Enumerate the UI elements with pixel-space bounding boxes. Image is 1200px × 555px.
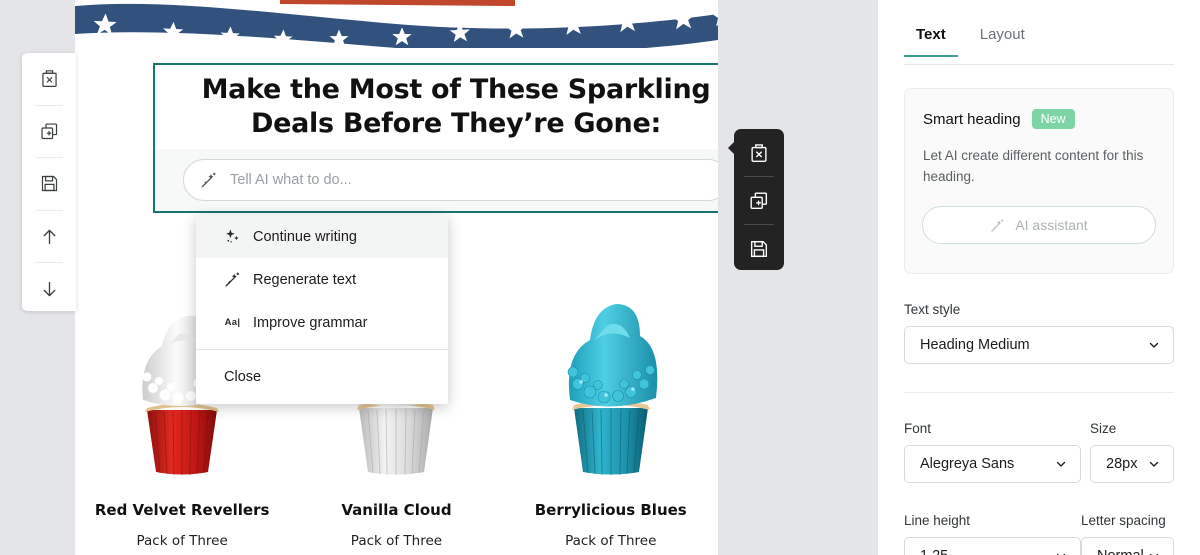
text-style-label: Text style bbox=[904, 302, 961, 317]
move-block-up-button[interactable] bbox=[22, 211, 76, 263]
line-height-label: Line height bbox=[904, 513, 971, 528]
menu-item-label: Regenerate text bbox=[253, 271, 357, 288]
page-heading[interactable]: Make the Most of These Sparkling Deals B… bbox=[155, 65, 718, 149]
font-label: Font bbox=[904, 421, 932, 436]
font-value: Alegreya Sans bbox=[920, 456, 1015, 472]
save-block-button[interactable] bbox=[22, 158, 76, 210]
sidebar-tabs: Text Layout bbox=[904, 26, 1174, 57]
menu-item-label: Improve grammar bbox=[253, 314, 368, 331]
product-subtitle: Pack of Three bbox=[136, 533, 228, 549]
product-title: Vanilla Cloud bbox=[341, 501, 452, 519]
chevron-down-icon bbox=[1149, 461, 1159, 467]
chevron-down-icon bbox=[1056, 553, 1066, 555]
move-block-down-button[interactable] bbox=[22, 263, 76, 315]
new-badge: New bbox=[1031, 109, 1075, 129]
menu-item-close[interactable]: Close bbox=[196, 350, 448, 404]
text-style-select[interactable]: Heading Medium bbox=[904, 326, 1174, 364]
smart-heading-description: Let AI create different content for this… bbox=[923, 148, 1144, 184]
magic-wand-icon bbox=[991, 218, 1004, 232]
line-height-select[interactable]: 1.25 bbox=[904, 537, 1081, 555]
duplicate-element-button[interactable] bbox=[734, 177, 784, 224]
editor-canvas[interactable]: Make the Most of These Sparkling Deals B… bbox=[0, 0, 878, 555]
heading-line-2: Deals Before They’re Gone: bbox=[251, 108, 661, 139]
ai-actions-menu[interactable]: Continue writing Regenerate text Aa| Imp… bbox=[196, 215, 448, 404]
chevron-down-icon bbox=[1149, 342, 1159, 348]
ai-prompt-bar: Tell AI what to do... bbox=[155, 149, 718, 211]
sidebar-divider bbox=[904, 392, 1174, 393]
menu-item-label: Continue writing bbox=[253, 228, 357, 245]
menu-item-improve-grammar[interactable]: Aa| Improve grammar bbox=[196, 301, 448, 344]
ai-assistant-button[interactable]: AI assistant bbox=[922, 206, 1156, 244]
size-label: Size bbox=[1090, 421, 1117, 436]
smart-heading-header: Smart heading New bbox=[905, 89, 1173, 129]
magic-wand-icon bbox=[224, 271, 241, 288]
duplicate-block-button[interactable] bbox=[22, 106, 76, 158]
font-select[interactable]: Alegreya Sans bbox=[904, 445, 1081, 483]
ai-prompt-placeholder: Tell AI what to do... bbox=[230, 172, 352, 188]
smart-heading-title: Smart heading bbox=[923, 110, 1021, 128]
product-card-berrylicious-blues[interactable]: Berrylicious Blues Pack of Three bbox=[504, 245, 718, 549]
delete-element-button[interactable] bbox=[734, 129, 784, 176]
chevron-down-icon bbox=[1056, 461, 1066, 467]
letter-spacing-select[interactable]: Normal bbox=[1081, 537, 1174, 555]
design-page[interactable]: Make the Most of These Sparkling Deals B… bbox=[75, 0, 718, 555]
size-select[interactable]: 28px bbox=[1090, 445, 1174, 483]
line-height-value: 1.25 bbox=[920, 548, 948, 555]
product-title: Red Velvet Revellers bbox=[94, 501, 270, 519]
magic-wand-icon bbox=[201, 172, 216, 188]
size-value: 28px bbox=[1106, 456, 1138, 472]
ai-prompt-input[interactable]: Tell AI what to do... bbox=[183, 159, 718, 201]
menu-item-continue-writing[interactable]: Continue writing bbox=[196, 215, 448, 258]
cupcake-image-berrylicious-blues bbox=[536, 245, 686, 475]
sparkle-icon bbox=[224, 228, 241, 245]
save-element-button[interactable] bbox=[734, 225, 784, 272]
text-style-value: Heading Medium bbox=[920, 337, 1030, 353]
heading-line-1: Make the Most of These Sparkling bbox=[201, 74, 711, 105]
letter-spacing-value: Normal bbox=[1097, 548, 1144, 555]
tabs-divider bbox=[904, 64, 1174, 65]
element-toolbar-dark[interactable] bbox=[728, 129, 784, 272]
tab-layout[interactable]: Layout bbox=[968, 26, 1037, 57]
selected-heading-block[interactable]: Make the Most of These Sparkling Deals B… bbox=[153, 63, 718, 213]
smart-heading-card: Smart heading New Let AI create differen… bbox=[904, 88, 1174, 274]
block-toolbar-left[interactable] bbox=[22, 53, 76, 311]
menu-item-regenerate-text[interactable]: Regenerate text bbox=[196, 258, 448, 301]
delete-block-button[interactable] bbox=[22, 53, 76, 105]
aa-text-icon: Aa| bbox=[224, 317, 241, 328]
product-subtitle: Pack of Three bbox=[565, 533, 657, 549]
ai-assistant-label: AI assistant bbox=[1015, 217, 1088, 233]
chevron-down-icon bbox=[1149, 553, 1159, 555]
stars-and-stripes-banner[interactable] bbox=[75, 0, 718, 48]
product-title: Berrylicious Blues bbox=[534, 501, 687, 519]
tab-text[interactable]: Text bbox=[904, 26, 958, 57]
product-subtitle: Pack of Three bbox=[350, 533, 443, 549]
letter-spacing-label: Letter spacing bbox=[1081, 513, 1166, 528]
